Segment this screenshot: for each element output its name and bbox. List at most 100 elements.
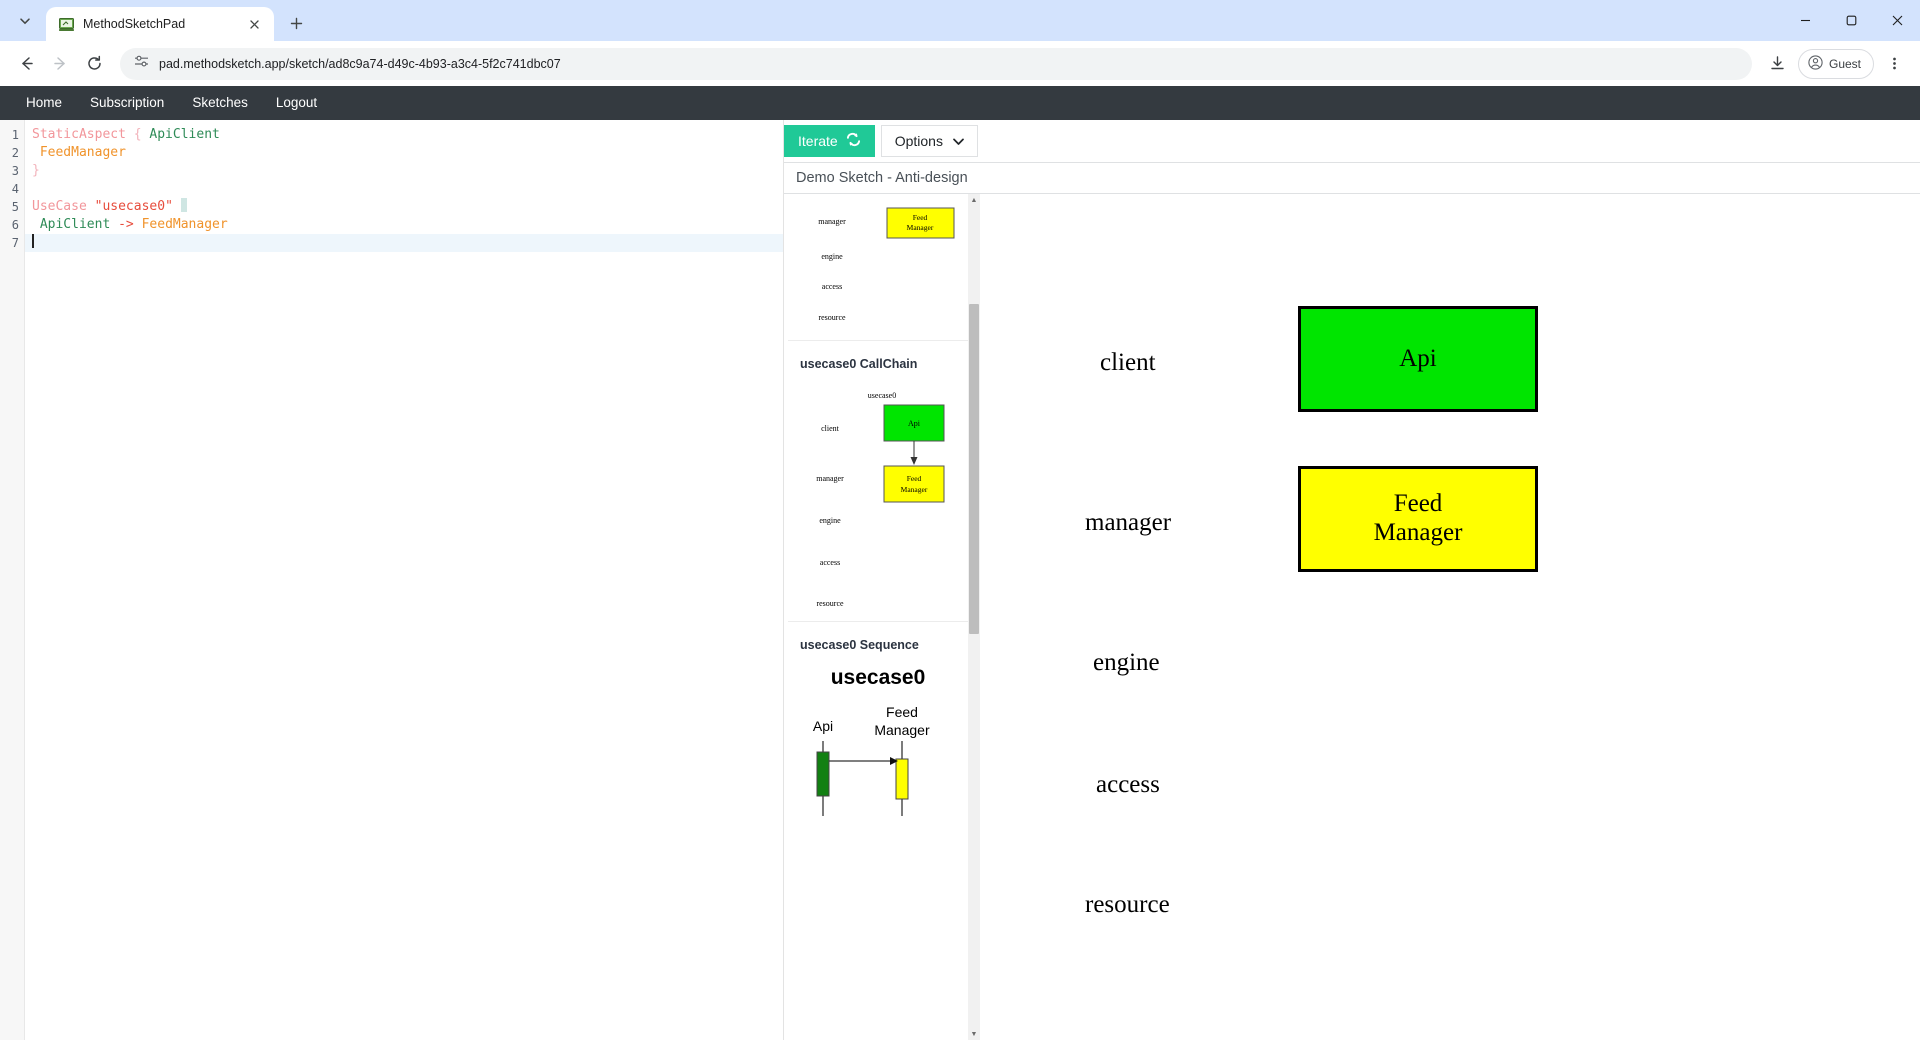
lane-label-manager: manager (1085, 509, 1171, 537)
thumbnail-section-partial[interactable]: manager engine access resource Feed Mana… (784, 194, 980, 334)
sketchpad-favicon (58, 16, 74, 32)
code-line-7[interactable] (25, 234, 783, 252)
browser-toolbar: pad.methodsketch.app/sketch/ad8c9a74-d49… (0, 41, 1920, 86)
lane-label-engine: engine (1093, 649, 1160, 677)
main-split: 1 2 3 4 5 6 7 StaticAspect { ApiClient F… (0, 120, 1920, 1040)
canvas-node-api[interactable]: Api (1298, 306, 1538, 412)
lane-label-engine: engine (819, 516, 841, 525)
token-keyword: UseCase (32, 199, 87, 214)
lane-label-resource: resource (818, 313, 846, 322)
svg-text:Feed: Feed (886, 704, 918, 720)
svg-text:Manager: Manager (901, 485, 928, 494)
selection-block (181, 198, 187, 212)
new-tab-button[interactable] (282, 9, 310, 37)
svg-text:Manager: Manager (907, 223, 934, 232)
app-navbar: Home Subscription Sketches Logout (0, 86, 1920, 120)
address-bar[interactable]: pad.methodsketch.app/sketch/ad8c9a74-d49… (120, 48, 1752, 80)
line-number: 4 (0, 180, 24, 198)
token-string: "usecase0" (95, 199, 173, 214)
participant-feed-manager: Manager (874, 722, 930, 738)
activation-feed-manager (896, 759, 908, 799)
svg-text:Feed: Feed (907, 474, 922, 483)
thumbnail-heading-callchain: usecase0 CallChain (790, 347, 974, 375)
token-brace: { (134, 127, 142, 142)
close-icon[interactable] (244, 14, 264, 34)
code-text-area[interactable]: StaticAspect { ApiClient FeedManager } U… (25, 120, 783, 1040)
edge-arrowhead (911, 457, 918, 465)
preview-body: manager engine access resource Feed Mana… (784, 194, 1920, 1040)
profile-button[interactable]: Guest (1798, 49, 1874, 79)
tab-title: MethodSketchPad (83, 17, 235, 31)
line-number: 5 (0, 198, 24, 216)
mini-callchain-partial: manager engine access resource Feed Mana… (792, 194, 972, 334)
diagram-canvas[interactable]: client manager engine access resource Ap… (980, 194, 1920, 1040)
text-caret (32, 234, 34, 248)
thumbnail-section-callchain[interactable]: usecase0 CallChain usecase0 client manag… (784, 347, 980, 615)
lane-label-access: access (822, 282, 842, 291)
canvas-node-api-label: Api (1399, 345, 1437, 374)
refresh-icon (846, 132, 861, 150)
thumbnail-strip[interactable]: manager engine access resource Feed Mana… (784, 194, 980, 1040)
caret-up-icon[interactable]: ▲ (968, 194, 980, 206)
arrow-left-icon[interactable] (10, 48, 42, 80)
lane-label-resource: resource (816, 599, 844, 608)
caret-down-icon[interactable]: ▼ (968, 1028, 980, 1040)
code-line-5[interactable]: UseCase "usecase0" (25, 198, 783, 216)
thumbnail-divider (788, 621, 976, 622)
lane-label-manager: manager (816, 474, 844, 483)
canvas-node-feed-manager-label-1: Feed (1394, 490, 1443, 519)
lane-label-client: client (821, 424, 840, 433)
lane-label-engine: engine (821, 252, 843, 261)
nav-item-logout[interactable]: Logout (262, 86, 331, 120)
token-identifier: FeedManager (40, 145, 126, 160)
token-keyword: StaticAspect (32, 127, 126, 142)
sketch-title-field[interactable]: Demo Sketch - Anti-design (784, 162, 1920, 194)
node-feed-manager (884, 466, 944, 502)
reload-icon[interactable] (78, 48, 110, 80)
window-controls (1782, 0, 1920, 41)
code-line-4[interactable] (25, 180, 783, 198)
iterate-button[interactable]: Iterate (784, 125, 875, 157)
code-editor[interactable]: 1 2 3 4 5 6 7 StaticAspect { ApiClient F… (0, 120, 783, 1040)
canvas-node-feed-manager[interactable]: Feed Manager (1298, 466, 1538, 572)
svg-text:Feed: Feed (913, 213, 928, 222)
svg-text:Api: Api (908, 419, 921, 428)
maximize-icon[interactable] (1828, 0, 1874, 41)
tune-icon[interactable] (134, 54, 149, 74)
sketch-title-text: Demo Sketch - Anti-design (796, 170, 968, 186)
nav-item-home[interactable]: Home (12, 86, 76, 120)
arrow-right-icon[interactable] (44, 48, 76, 80)
account-icon (1808, 55, 1823, 73)
kebab-menu-icon[interactable] (1878, 48, 1910, 80)
nav-item-sketches[interactable]: Sketches (178, 86, 262, 120)
download-icon[interactable] (1762, 48, 1794, 80)
thumbnail-section-sequence[interactable]: usecase0 Sequence usecase0 Api Feed Mana… (784, 628, 980, 816)
token-arrow: -> (118, 217, 134, 232)
options-dropdown-button[interactable]: Options (881, 125, 978, 157)
minimize-icon[interactable] (1782, 0, 1828, 41)
canvas-node-feed-manager-label-2: Manager (1374, 519, 1463, 548)
preview-toolbar: Iterate Options (784, 120, 1920, 162)
lane-label-manager: manager (818, 217, 846, 226)
line-number: 1 (0, 126, 24, 144)
browser-tab[interactable]: MethodSketchPad (46, 7, 274, 41)
window-close-icon[interactable] (1874, 0, 1920, 41)
code-line-2[interactable]: FeedManager (25, 144, 783, 162)
code-line-3[interactable]: } (25, 162, 783, 180)
line-number: 7 (0, 234, 24, 252)
thumbnail-divider (788, 340, 976, 341)
toolbar-right-group: Guest (1762, 48, 1910, 80)
tab-search-icon[interactable] (8, 4, 42, 38)
token-identifier: FeedManager (142, 217, 228, 232)
code-line-6[interactable]: ApiClient -> FeedManager (25, 216, 783, 234)
nav-item-subscription[interactable]: Subscription (76, 86, 178, 120)
scrollbar-thumb[interactable] (969, 304, 979, 634)
code-line-1[interactable]: StaticAspect { ApiClient (25, 126, 783, 144)
line-number: 6 (0, 216, 24, 234)
iterate-label: Iterate (798, 133, 838, 149)
line-number: 3 (0, 162, 24, 180)
lane-label-client: client (1100, 349, 1156, 377)
mini-callchain: usecase0 client manager engine access re… (792, 375, 972, 615)
token-brace: } (32, 163, 40, 178)
thumbnail-scrollbar[interactable]: ▲ ▼ (968, 194, 980, 1040)
